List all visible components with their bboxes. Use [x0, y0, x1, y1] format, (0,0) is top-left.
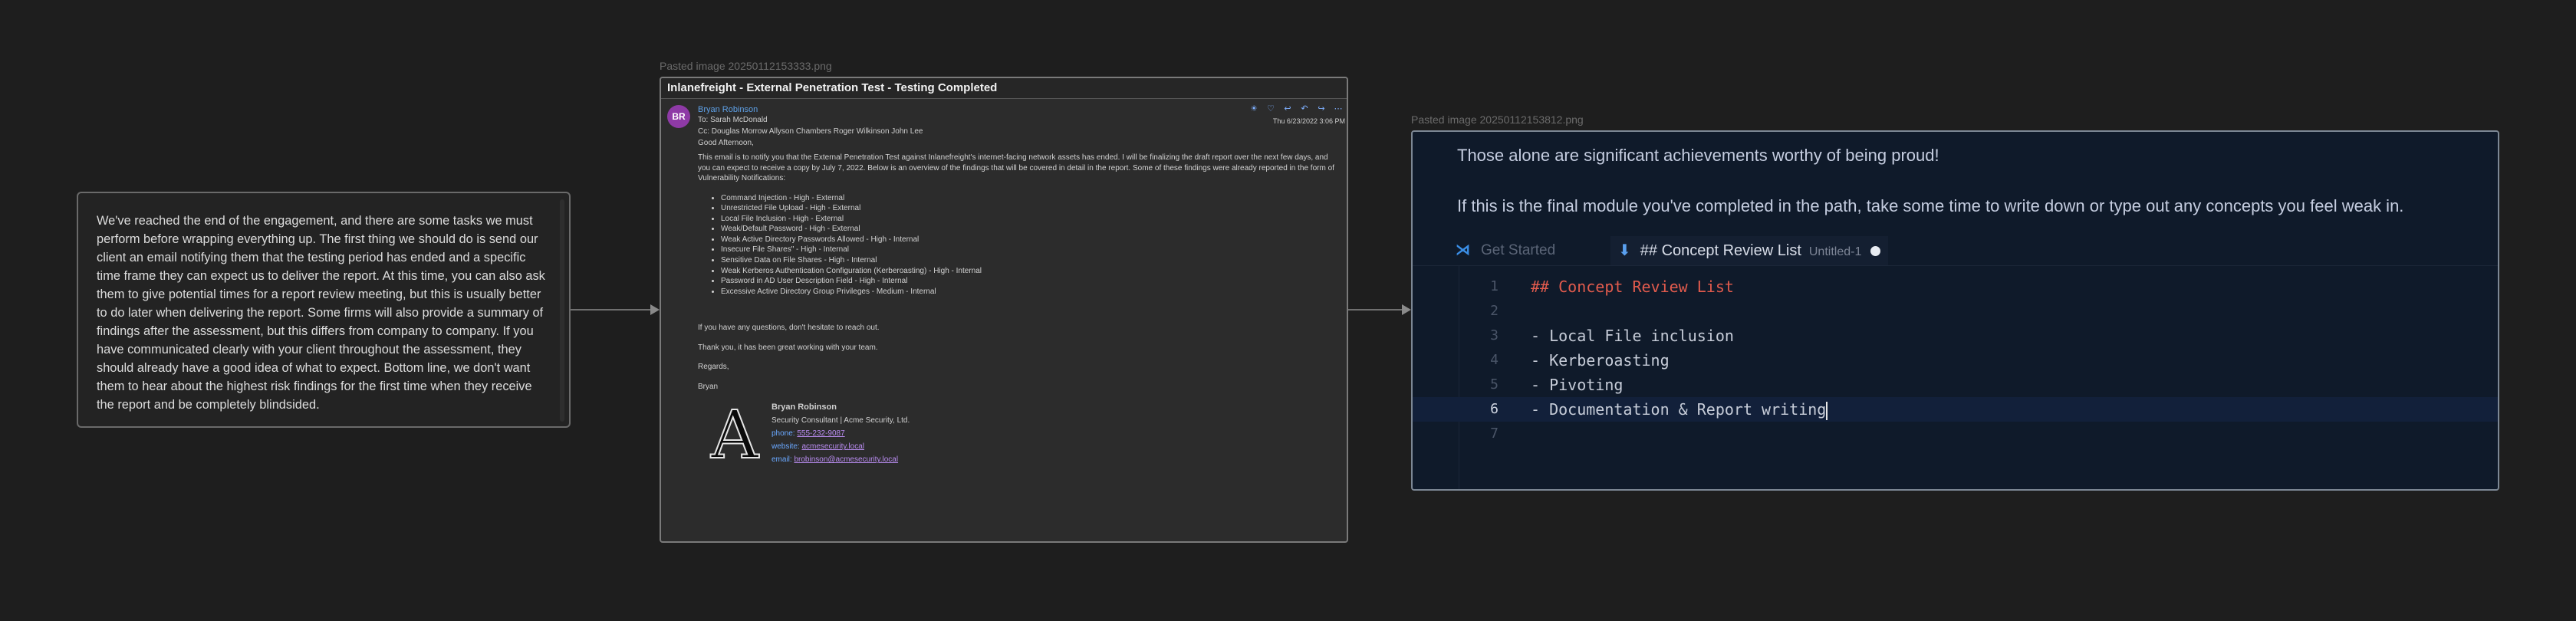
- line-text: - Pivoting: [1531, 376, 1624, 394]
- email-sender[interactable]: Bryan Robinson: [698, 105, 758, 114]
- signature-name: Bryan Robinson: [771, 402, 837, 412]
- phone-label: phone:: [771, 429, 795, 439]
- edge-connector-1: [571, 309, 652, 310]
- more-icon[interactable]: ⋯: [1333, 104, 1344, 113]
- line-number: 7: [1490, 426, 1499, 442]
- vscode-icon: ⋊: [1456, 242, 1470, 258]
- code-line[interactable]: 2: [1413, 299, 2498, 324]
- email-date: Thu 6/23/2022 3:06 PM: [1272, 117, 1345, 125]
- email-toolbar: ☀ ♡ ↩ ↶ ↪ ⋯: [1249, 104, 1344, 113]
- finding-item: Excessive Active Directory Group Privile…: [721, 287, 1337, 297]
- finding-item: Command Injection - High - External: [721, 193, 1337, 204]
- website-link[interactable]: acmesecurity.local: [801, 442, 864, 451]
- finding-item: Local File Inclusion - High - External: [721, 214, 1337, 225]
- forward-icon[interactable]: ↪: [1316, 104, 1327, 113]
- code-line[interactable]: 3 - Local File inclusion: [1413, 324, 2498, 348]
- text-card-body: We've reached the end of the engagement,…: [97, 214, 545, 412]
- email-header: BR Bryan Robinson To: Sarah McDonald Cc:…: [661, 99, 1347, 153]
- markdown-icon: ⬇: [1618, 242, 1631, 259]
- editor-text-line-2: If this is the final module you've compl…: [1457, 196, 2404, 215]
- line-number: 5: [1490, 376, 1499, 393]
- email-body: This email is to notify you that the Ext…: [661, 153, 1347, 392]
- finding-item: Insecure File Shares" - High - Internal: [721, 245, 1337, 255]
- finding-item: Unrestricted File Upload - High - Extern…: [721, 203, 1337, 214]
- heart-icon[interactable]: ♡: [1265, 104, 1276, 113]
- line-number: 4: [1490, 352, 1499, 368]
- phone-link[interactable]: 555-232-9087: [797, 429, 844, 438]
- email-link[interactable]: brobinson@acmesecurity.local: [794, 455, 898, 464]
- finding-item: Weak Active Directory Passwords Allowed …: [721, 235, 1337, 245]
- code-area[interactable]: 1 ## Concept Review List 2 3 - Local File in…: [1413, 274, 2498, 446]
- text-cursor: [1826, 401, 1828, 420]
- unsaved-dot-icon[interactable]: [1870, 246, 1881, 257]
- company-logo: A: [710, 397, 759, 475]
- code-line[interactable]: 5 - Pivoting: [1413, 373, 2498, 397]
- reply-all-icon[interactable]: ↶: [1299, 104, 1310, 113]
- editor-node-caption: Pasted image 20250112153812.png: [1411, 113, 1584, 126]
- tab-get-started-label: Get Started: [1481, 242, 1556, 258]
- line-text: - Local File inclusion: [1531, 327, 1734, 345]
- email-label: email:: [771, 455, 792, 465]
- email-image-node[interactable]: Inlanefreight - External Penetration Tes…: [660, 77, 1348, 543]
- code-line[interactable]: 4 - Kerberoasting: [1413, 348, 2498, 373]
- code-line[interactable]: 6 - Documentation & Report writing: [1413, 397, 2498, 422]
- tab-get-started[interactable]: ⋊ Get Started: [1456, 236, 1555, 265]
- signature-title: Security Consultant | Acme Security, Ltd…: [771, 416, 910, 426]
- email-cc: Cc: Douglas Morrow Allyson Chambers Roge…: [698, 127, 923, 136]
- email-signature: A Bryan Robinson Security Consultant | A…: [707, 397, 1347, 475]
- email-intro: This email is to notify you that the Ext…: [698, 153, 1334, 182]
- line-text: ## Concept Review List: [1531, 278, 1734, 296]
- email-node-caption: Pasted image 20250112153333.png: [660, 60, 832, 72]
- edge-arrow-1: [650, 304, 660, 315]
- line-number: 6: [1490, 401, 1499, 417]
- text-card-node[interactable]: We've reached the end of the engagement,…: [77, 192, 571, 428]
- tab-concept-review[interactable]: ⬇ ## Concept Review List Untitled-1: [1610, 236, 1889, 265]
- editor-tab-bar: ⋊ Get Started ⬇ ## Concept Review List Unti…: [1413, 236, 2498, 266]
- line-number: 1: [1490, 278, 1499, 294]
- email-subject: Inlanefreight - External Penetration Tes…: [661, 78, 1347, 99]
- text-card-scrollbar[interactable]: [560, 199, 564, 422]
- editor-text-line-1: Those alone are significant achievements…: [1457, 146, 1939, 165]
- finding-item: Password in AD User Description Field - …: [721, 276, 1337, 287]
- reply-icon[interactable]: ↩: [1282, 104, 1293, 113]
- email-greeting: Good Afternoon,: [698, 139, 754, 147]
- finding-item: Weak Kerberos Authentication Configurati…: [721, 266, 1337, 277]
- editor-image-node[interactable]: Those alone are significant achievements…: [1411, 130, 2499, 491]
- line-number: 3: [1490, 327, 1499, 343]
- edge-arrow-2: [1402, 304, 1411, 315]
- line-text: - Kerberoasting: [1531, 351, 1670, 370]
- findings-list: Command Injection - High - ExternalUnres…: [707, 193, 1337, 297]
- line-number: 2: [1490, 303, 1499, 319]
- tab-concept-review-label: ## Concept Review List: [1640, 242, 1801, 259]
- finding-item: Weak/Default Password - High - External: [721, 224, 1337, 235]
- edge-connector-2: [1348, 309, 1403, 310]
- sun-icon[interactable]: ☀: [1249, 104, 1259, 113]
- website-label: website:: [771, 442, 800, 452]
- tab-filename: Untitled-1: [1808, 245, 1862, 258]
- finding-item: Sensitive Data on File Shares - High - I…: [721, 255, 1337, 266]
- email-questions: If you have any questions, don't hesitat…: [698, 324, 880, 333]
- email-regards: Regards,: [698, 363, 729, 372]
- code-line[interactable]: 7: [1413, 422, 2498, 446]
- line-text: - Documentation & Report writing: [1531, 400, 1828, 420]
- avatar: BR: [667, 105, 690, 128]
- code-line[interactable]: 1 ## Concept Review List: [1413, 274, 2498, 299]
- email-thanks: Thank you, it has been great working wit…: [698, 343, 878, 352]
- email-signoff: Bryan: [698, 382, 719, 391]
- email-to: To: Sarah McDonald: [698, 116, 768, 124]
